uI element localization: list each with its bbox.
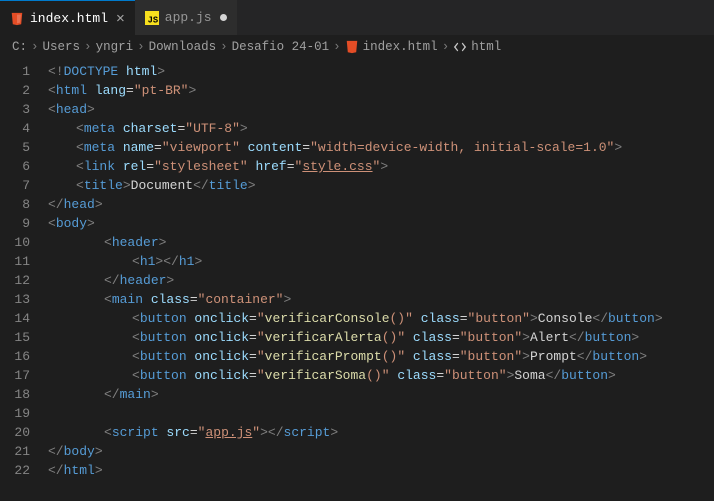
breadcrumb-part[interactable]: Downloads [149, 40, 217, 54]
svg-text:JS: JS [147, 15, 158, 25]
chevron-right-icon: › [84, 40, 92, 54]
editor[interactable]: 12345678910111213141516171819202122 <!DO… [0, 58, 714, 484]
breadcrumb-part[interactable]: C: [12, 40, 27, 54]
line-number: 6 [0, 157, 30, 176]
line-number: 2 [0, 81, 30, 100]
code-area[interactable]: <!DOCTYPE html> <html lang="pt-BR"> <hea… [48, 58, 663, 484]
tab-bar: index.html × JS app.js [0, 0, 714, 36]
html-icon [10, 12, 24, 26]
breadcrumb-file[interactable]: index.html [363, 40, 438, 54]
modified-dot-icon [220, 14, 227, 21]
breadcrumb[interactable]: C:› Users› yngri› Downloads› Desafio 24-… [0, 36, 714, 58]
close-icon[interactable]: × [116, 11, 125, 26]
js-icon: JS [145, 11, 159, 25]
line-number: 4 [0, 119, 30, 138]
breadcrumb-symbol[interactable]: html [471, 40, 501, 54]
code-icon [453, 40, 467, 54]
line-number: 8 [0, 195, 30, 214]
breadcrumb-part[interactable]: Desafio 24-01 [232, 40, 330, 54]
line-number: 17 [0, 366, 30, 385]
line-number: 20 [0, 423, 30, 442]
line-number: 1 [0, 62, 30, 81]
line-number: 21 [0, 442, 30, 461]
line-number: 14 [0, 309, 30, 328]
html-icon [345, 40, 359, 54]
chevron-right-icon: › [31, 40, 39, 54]
tab-label: index.html [30, 11, 108, 26]
tab-app-js[interactable]: JS app.js [135, 0, 237, 35]
line-number: 10 [0, 233, 30, 252]
line-number: 22 [0, 461, 30, 480]
line-gutter: 12345678910111213141516171819202122 [0, 58, 48, 484]
line-number: 16 [0, 347, 30, 366]
line-number: 15 [0, 328, 30, 347]
line-number: 7 [0, 176, 30, 195]
line-number: 13 [0, 290, 30, 309]
breadcrumb-part[interactable]: yngri [96, 40, 134, 54]
breadcrumb-part[interactable]: Users [43, 40, 81, 54]
chevron-right-icon: › [137, 40, 145, 54]
tab-index-html[interactable]: index.html × [0, 0, 135, 36]
line-number: 18 [0, 385, 30, 404]
chevron-right-icon: › [442, 40, 450, 54]
line-number: 5 [0, 138, 30, 157]
tab-label: app.js [165, 10, 212, 25]
line-number: 3 [0, 100, 30, 119]
chevron-right-icon: › [333, 40, 341, 54]
chevron-right-icon: › [220, 40, 228, 54]
line-number: 19 [0, 404, 30, 423]
line-number: 9 [0, 214, 30, 233]
line-number: 12 [0, 271, 30, 290]
line-number: 11 [0, 252, 30, 271]
